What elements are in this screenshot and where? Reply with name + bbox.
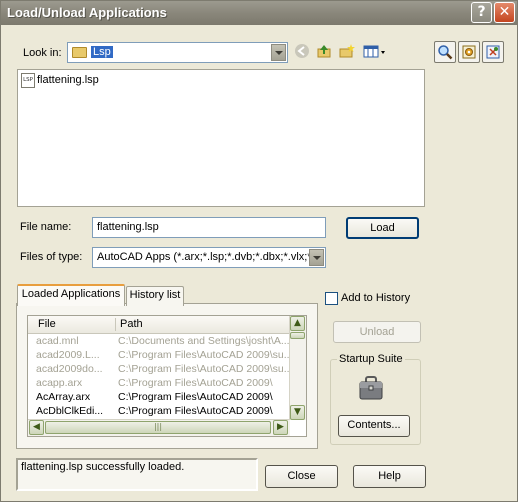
vertical-scroll-thumb[interactable]	[290, 332, 305, 339]
row-file: acad2009.L...	[36, 349, 100, 361]
lsp-file-icon: LSP	[21, 73, 35, 88]
table-row[interactable]: AcDblClkEdi... C:\Program Files\AutoCAD 2…	[28, 405, 290, 418]
look-in-label: Look in:	[23, 47, 62, 59]
row-file: AcDblClkEdi...	[36, 405, 104, 417]
options-button[interactable]	[458, 41, 480, 63]
titlebar-close-button[interactable]: ✕	[494, 2, 515, 23]
row-file: acapp.arx	[36, 377, 83, 389]
row-path: C:\Program Files\AutoCAD 2009\	[118, 391, 273, 403]
chevron-down-icon[interactable]	[271, 44, 286, 61]
column-header-file[interactable]: File	[38, 318, 56, 330]
row-file: acad2009do...	[36, 363, 103, 375]
dialog-title: Load/Unload Applications	[7, 5, 167, 20]
close-button[interactable]: Close	[265, 465, 338, 488]
loaded-applications-list[interactable]: File Path acad.mnl C:\Documents and Setti…	[27, 315, 307, 437]
vertical-scrollbar[interactable]: ▲ ▼	[289, 316, 306, 420]
startup-suite-label: Startup Suite	[337, 353, 405, 365]
row-path: C:\Program Files\AutoCAD 2009\su...	[118, 363, 290, 375]
scroll-right-arrow-icon[interactable]: ▶	[273, 420, 288, 435]
chevron-down-icon[interactable]	[309, 249, 324, 266]
list-header: File Path	[28, 316, 290, 334]
new-folder-icon	[339, 44, 355, 58]
files-of-type-label: Files of type:	[20, 251, 83, 263]
file-name-label: File name:	[20, 221, 72, 233]
scroll-left-arrow-icon[interactable]: ◀	[29, 420, 44, 435]
row-file: AcArray.arx	[36, 391, 91, 403]
table-row[interactable]: AcArray.arx C:\Program Files\AutoCAD 2009…	[28, 391, 290, 405]
up-one-level-button[interactable]	[314, 43, 334, 63]
tools-button[interactable]	[482, 41, 504, 63]
table-row[interactable]: acapp.arx C:\Program Files\AutoCAD 2009\	[28, 377, 290, 391]
tab-history-list[interactable]: History list	[126, 286, 184, 306]
horizontal-scrollbar[interactable]: ◀ ||| ▶	[28, 419, 290, 436]
row-file: acad.mnl	[36, 335, 79, 347]
folder-icon	[72, 47, 87, 58]
row-path: C:\Documents and Settings\josht\A...	[118, 335, 290, 347]
horizontal-scroll-thumb[interactable]: |||	[45, 421, 271, 434]
briefcase-icon[interactable]	[358, 375, 384, 401]
file-browser-list[interactable]: LSP flattening.lsp	[17, 69, 425, 207]
new-folder-button[interactable]	[337, 43, 357, 63]
add-to-history-label[interactable]: Add to History	[341, 292, 410, 304]
look-in-dropdown[interactable]: Lsp	[67, 42, 288, 63]
contents-button[interactable]: Contents...	[338, 415, 410, 437]
view-menu-button[interactable]	[362, 43, 388, 63]
column-divider[interactable]	[115, 318, 116, 331]
settings-icon	[462, 45, 476, 59]
titlebar-help-button[interactable]: ?	[471, 2, 492, 23]
file-name-value: flattening.lsp	[97, 221, 159, 233]
table-row[interactable]: acad2009.L... C:\Program Files\AutoCAD 20…	[28, 349, 290, 363]
back-button[interactable]	[292, 43, 312, 63]
file-item-name: flattening.lsp	[37, 74, 99, 86]
scroll-up-arrow-icon[interactable]: ▲	[290, 316, 305, 331]
table-row[interactable]: acad2009do... C:\Program Files\AutoCAD 20…	[28, 363, 290, 377]
back-arrow-icon	[295, 44, 309, 58]
magnifier-icon	[438, 45, 453, 60]
help-button[interactable]: Help	[353, 465, 426, 488]
row-path: C:\Program Files\AutoCAD 2009\	[118, 405, 273, 417]
files-of-type-value: AutoCAD Apps (*.arx;*.lsp;*.dvb;*.dbx;*.…	[97, 251, 315, 263]
unload-button[interactable]: Unload	[333, 321, 421, 343]
view-list-icon	[363, 45, 385, 58]
find-button[interactable]	[434, 41, 456, 63]
up-folder-icon	[317, 45, 331, 58]
files-of-type-dropdown[interactable]: AutoCAD Apps (*.arx;*.lsp;*.dvb;*.dbx;*.…	[92, 247, 326, 268]
scroll-down-arrow-icon[interactable]: ▼	[290, 405, 305, 420]
title-bar[interactable]: Load/Unload Applications ? ✕	[1, 1, 517, 25]
status-message: flattening.lsp successfully loaded.	[16, 458, 258, 491]
tab-loaded-applications[interactable]: Loaded Applications	[17, 284, 125, 306]
row-path: C:\Program Files\AutoCAD 2009\su...	[118, 349, 290, 361]
table-row[interactable]: acad.mnl C:\Documents and Settings\josht\…	[28, 335, 290, 349]
file-name-field[interactable]: flattening.lsp	[92, 217, 326, 238]
add-to-history-checkbox[interactable]	[325, 292, 338, 305]
column-header-path[interactable]: Path	[120, 318, 143, 330]
load-button[interactable]: Load	[346, 217, 419, 239]
load-unload-dialog: Load/Unload Applications ? ✕ Look in: Ls…	[0, 0, 518, 502]
look-in-value: Lsp	[91, 46, 113, 58]
tools-icon	[486, 45, 500, 59]
row-path: C:\Program Files\AutoCAD 2009\	[118, 377, 273, 389]
